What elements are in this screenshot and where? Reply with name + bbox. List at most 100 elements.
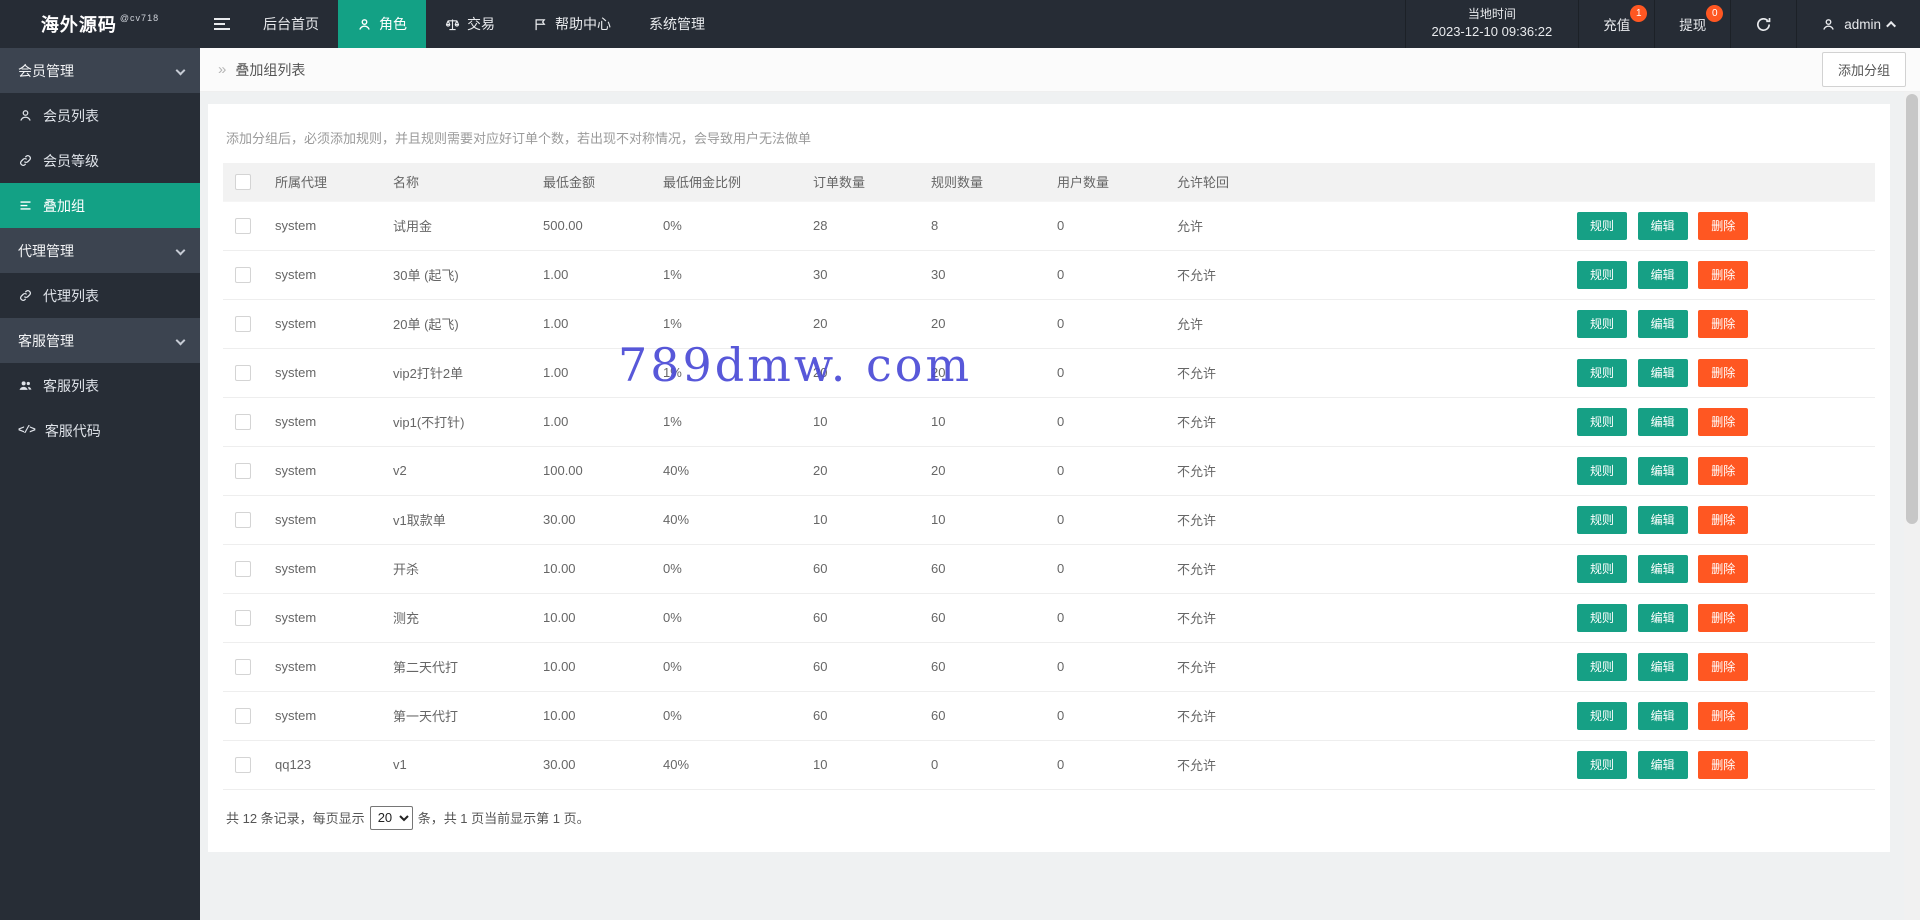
rule-button[interactable]: 规则 bbox=[1577, 260, 1628, 289]
withdraw-badge: 0 bbox=[1706, 5, 1724, 22]
row-checkbox[interactable] bbox=[235, 315, 251, 332]
rule-button[interactable]: 规则 bbox=[1577, 652, 1628, 681]
delete-button[interactable]: 删除 bbox=[1698, 554, 1749, 583]
sidebar-group-service-management[interactable]: 客服管理 bbox=[0, 318, 200, 363]
flag-icon bbox=[535, 18, 546, 30]
cell-min-commission: 1% bbox=[653, 250, 803, 300]
row-checkbox[interactable] bbox=[235, 266, 251, 283]
table-row: system vip2打针2单 1.00 1% 20 20 0 不允许 规则 编… bbox=[223, 348, 1875, 398]
row-checkbox[interactable] bbox=[235, 413, 251, 430]
cell-orders: 60 bbox=[803, 593, 921, 643]
edit-button[interactable]: 编辑 bbox=[1637, 456, 1688, 485]
cell-name: v2 bbox=[383, 446, 533, 496]
row-checkbox[interactable] bbox=[235, 560, 251, 577]
cell-allow-loop: 允许 bbox=[1167, 200, 1567, 251]
delete-button[interactable]: 删除 bbox=[1698, 505, 1749, 534]
edit-button[interactable]: 编辑 bbox=[1637, 309, 1688, 338]
sidebar-item-stack-group[interactable]: 叠加组 bbox=[0, 183, 200, 228]
cell-name: 第一天代打 bbox=[383, 691, 533, 741]
cell-min-amount: 10.00 bbox=[533, 691, 653, 741]
nav-item-trade[interactable]: 交易 bbox=[426, 0, 514, 48]
row-checkbox[interactable] bbox=[235, 658, 251, 675]
sidebar-group-member-management[interactable]: 会员管理 bbox=[0, 48, 200, 93]
edit-button[interactable]: 编辑 bbox=[1637, 603, 1688, 632]
row-checkbox[interactable] bbox=[235, 364, 251, 381]
cell-min-commission: 0% bbox=[653, 544, 803, 594]
cell-min-amount: 1.00 bbox=[533, 397, 653, 447]
edit-button[interactable]: 编辑 bbox=[1637, 652, 1688, 681]
cell-allow-loop: 允许 bbox=[1167, 299, 1567, 349]
cell-min-amount: 30.00 bbox=[533, 495, 653, 545]
edit-button[interactable]: 编辑 bbox=[1637, 358, 1688, 387]
delete-button[interactable]: 删除 bbox=[1698, 652, 1749, 681]
row-checkbox[interactable] bbox=[235, 217, 251, 234]
add-group-button[interactable]: 添加分组 bbox=[1821, 52, 1906, 87]
row-checkbox[interactable] bbox=[235, 609, 251, 626]
sidebar-item-member-list[interactable]: 会员列表 bbox=[0, 93, 200, 138]
cell-allow-loop: 不允许 bbox=[1167, 495, 1567, 545]
sidebar-item-member-level[interactable]: 会员等级 bbox=[0, 138, 200, 183]
cell-orders: 20 bbox=[803, 299, 921, 349]
cell-agent: system bbox=[265, 250, 383, 300]
edit-button[interactable]: 编辑 bbox=[1637, 260, 1688, 289]
vertical-scrollbar[interactable] bbox=[1904, 92, 1920, 920]
rule-button[interactable]: 规则 bbox=[1577, 750, 1628, 779]
rule-button[interactable]: 规则 bbox=[1577, 456, 1628, 485]
edit-button[interactable]: 编辑 bbox=[1637, 211, 1688, 240]
row-checkbox[interactable] bbox=[235, 707, 251, 724]
edit-button[interactable]: 编辑 bbox=[1637, 407, 1688, 436]
sidebar-item-service-list[interactable]: 客服列表 bbox=[0, 363, 200, 408]
table-header-row: 所属代理 名称 最低金额 最低佣金比例 订单数量 规则数量 用户数量 允许轮回 bbox=[223, 163, 1875, 201]
nav-item-dashboard[interactable]: 后台首页 bbox=[244, 0, 338, 48]
edit-button[interactable]: 编辑 bbox=[1637, 750, 1688, 779]
delete-button[interactable]: 删除 bbox=[1698, 260, 1749, 289]
nav-item-help-center[interactable]: 帮助中心 bbox=[514, 0, 630, 48]
rule-button[interactable]: 规则 bbox=[1577, 309, 1628, 338]
cell-allow-loop: 不允许 bbox=[1167, 691, 1567, 741]
delete-button[interactable]: 删除 bbox=[1698, 211, 1749, 240]
delete-button[interactable]: 删除 bbox=[1698, 358, 1749, 387]
row-checkbox[interactable] bbox=[235, 462, 251, 479]
username: admin bbox=[1844, 16, 1881, 32]
edit-button[interactable]: 编辑 bbox=[1637, 505, 1688, 534]
table-row: system vip1(不打针) 1.00 1% 10 10 0 不允许 规则 … bbox=[223, 397, 1875, 447]
row-checkbox[interactable] bbox=[235, 511, 251, 528]
recharge-button[interactable]: 充值 1 bbox=[1578, 0, 1654, 48]
cell-users: 0 bbox=[1047, 200, 1167, 251]
delete-button[interactable]: 删除 bbox=[1698, 456, 1749, 485]
page-size-select[interactable]: 20 bbox=[369, 805, 413, 830]
user-icon bbox=[20, 110, 31, 121]
sidebar-item-agent-list[interactable]: 代理列表 bbox=[0, 273, 200, 318]
delete-button[interactable]: 删除 bbox=[1698, 309, 1749, 338]
delete-button[interactable]: 删除 bbox=[1698, 701, 1749, 730]
withdraw-button[interactable]: 提现 0 bbox=[1654, 0, 1730, 48]
edit-button[interactable]: 编辑 bbox=[1637, 554, 1688, 583]
delete-button[interactable]: 删除 bbox=[1698, 603, 1749, 632]
refresh-button[interactable] bbox=[1730, 0, 1796, 48]
sidebar-group-agent-management[interactable]: 代理管理 bbox=[0, 228, 200, 273]
nav-item-system[interactable]: 系统管理 bbox=[630, 0, 724, 48]
user-menu[interactable]: admin bbox=[1796, 0, 1920, 48]
rule-button[interactable]: 规则 bbox=[1577, 211, 1628, 240]
select-all-checkbox[interactable] bbox=[235, 174, 251, 191]
rule-button[interactable]: 规则 bbox=[1577, 358, 1628, 387]
row-checkbox[interactable] bbox=[235, 756, 251, 773]
recharge-badge: 1 bbox=[1630, 5, 1648, 22]
rule-button[interactable]: 规则 bbox=[1577, 603, 1628, 632]
cell-allow-loop: 不允许 bbox=[1167, 593, 1567, 643]
scrollbar-thumb[interactable] bbox=[1906, 94, 1918, 524]
sidebar-item-service-code[interactable]: </> 客服代码 bbox=[0, 408, 200, 453]
delete-button[interactable]: 删除 bbox=[1698, 407, 1749, 436]
brand-subtitle: @cv718 bbox=[119, 13, 160, 23]
rule-button[interactable]: 规则 bbox=[1577, 554, 1628, 583]
cell-users: 0 bbox=[1047, 691, 1167, 741]
cell-agent: system bbox=[265, 593, 383, 643]
rule-button[interactable]: 规则 bbox=[1577, 701, 1628, 730]
edit-button[interactable]: 编辑 bbox=[1637, 701, 1688, 730]
sidebar-toggle-button[interactable] bbox=[200, 0, 244, 48]
rule-button[interactable]: 规则 bbox=[1577, 505, 1628, 534]
rule-button[interactable]: 规则 bbox=[1577, 407, 1628, 436]
nav-item-role[interactable]: 角色 bbox=[338, 0, 426, 48]
delete-button[interactable]: 删除 bbox=[1698, 750, 1749, 779]
topbar: 海外源码 @cv718 后台首页 角色 交易 帮助中心 系统管理 当地时间 202… bbox=[0, 0, 1920, 48]
